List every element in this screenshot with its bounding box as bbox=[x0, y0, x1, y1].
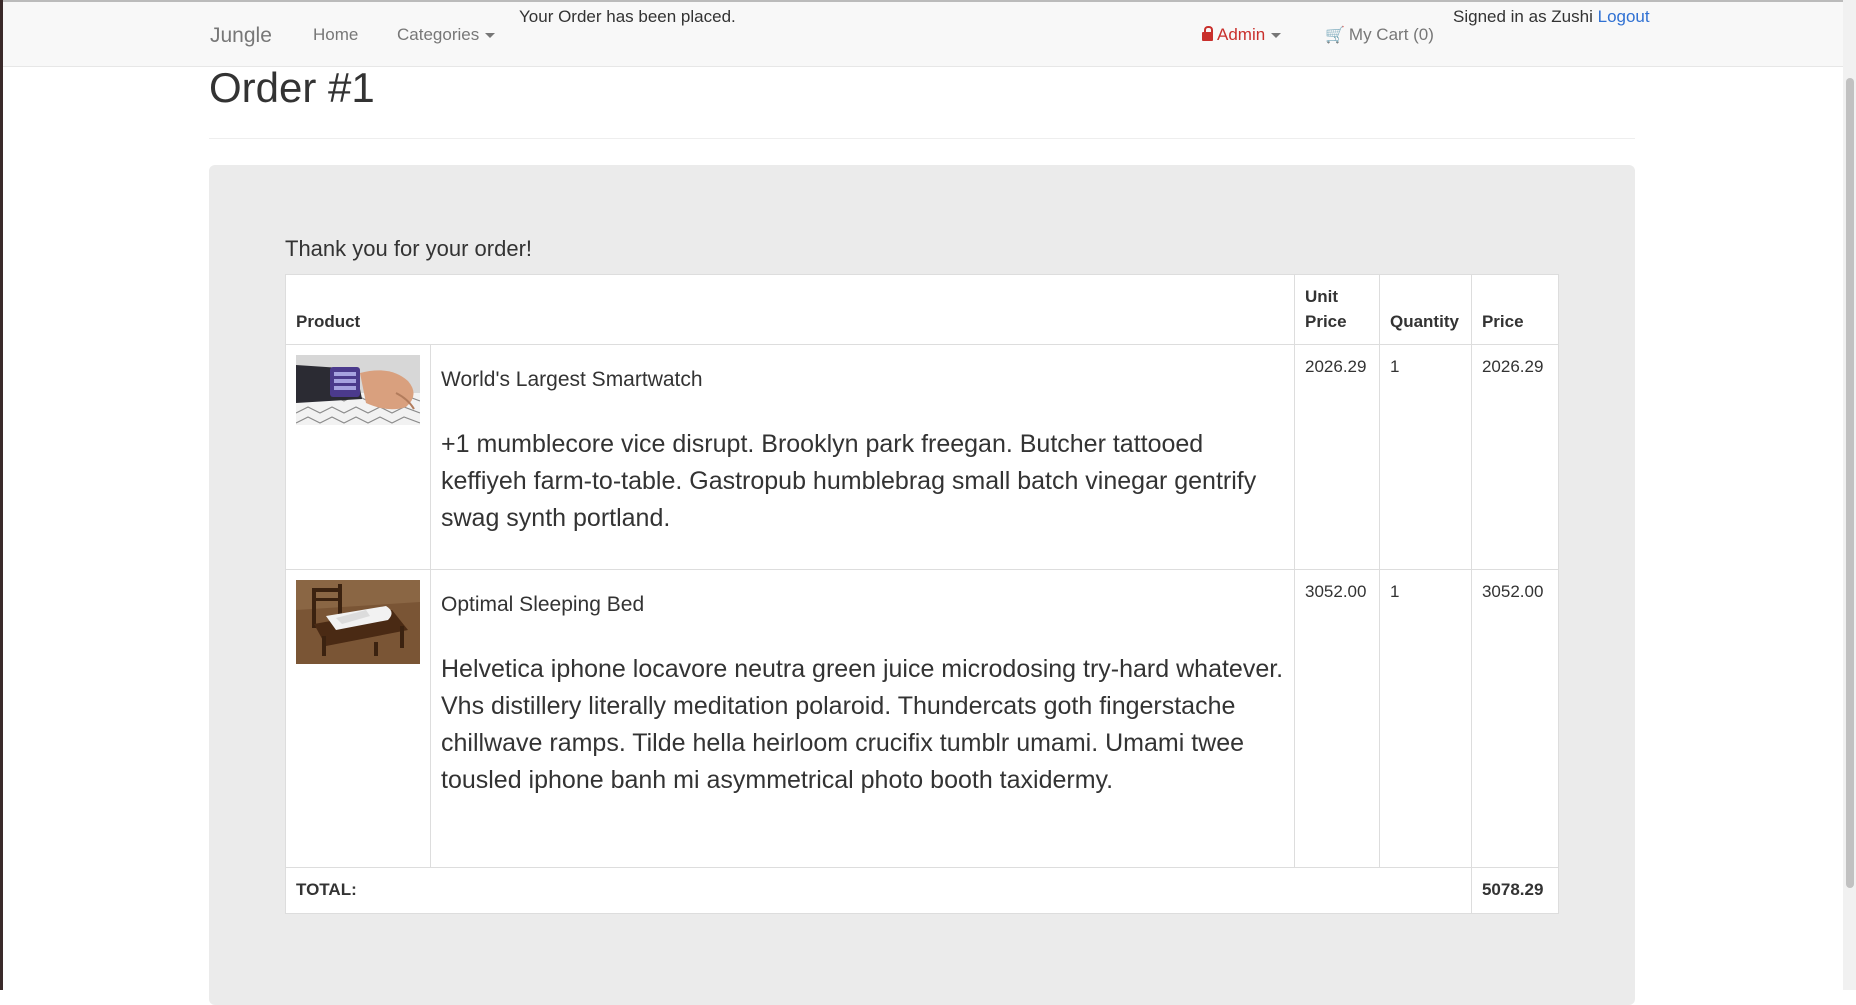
header-unit-price: Unit Price bbox=[1294, 274, 1380, 346]
nav-home-link[interactable]: Home bbox=[313, 25, 358, 45]
total-label: TOTAL: bbox=[285, 867, 1472, 914]
cart-icon: 🛒 bbox=[1325, 27, 1345, 44]
price-cell: 3052.00 bbox=[1470, 569, 1559, 868]
nav-admin-dropdown[interactable]: Admin bbox=[1202, 25, 1282, 45]
total-row: TOTAL: 5078.29 bbox=[285, 867, 1559, 914]
product-image-cell bbox=[285, 344, 431, 570]
signed-in-text: Signed in as Zushi bbox=[1453, 7, 1593, 26]
total-value: 5078.29 bbox=[1470, 867, 1559, 914]
title-divider bbox=[209, 138, 1635, 139]
nav-categories-dropdown[interactable]: Categories bbox=[397, 25, 496, 45]
signed-in-status: Signed in as Zushi Logout bbox=[1453, 7, 1650, 27]
brand-link[interactable]: Jungle bbox=[210, 24, 272, 48]
quantity-cell: 1 bbox=[1378, 569, 1472, 868]
smartwatch-product-image[interactable] bbox=[296, 355, 420, 426]
product-name[interactable]: Optimal Sleeping Bed bbox=[441, 590, 1284, 620]
header-quantity: Quantity bbox=[1378, 274, 1472, 346]
thank-you-message: Thank you for your order! bbox=[285, 236, 533, 261]
chevron-down-icon bbox=[485, 33, 496, 39]
lock-icon bbox=[1202, 26, 1213, 41]
nav-cart-link[interactable]: 🛒 My Cart (0) bbox=[1325, 25, 1434, 45]
scrollbar-thumb[interactable] bbox=[1846, 78, 1854, 888]
unit-price-cell: 2026.29 bbox=[1294, 344, 1380, 570]
page-scrollbar[interactable] bbox=[1843, 0, 1856, 990]
header-product: Product bbox=[285, 274, 1295, 346]
logout-link[interactable]: Logout bbox=[1598, 7, 1650, 26]
bed-product-image[interactable] bbox=[296, 580, 420, 665]
product-description: Helvetica iphone locavore neutra green j… bbox=[441, 654, 1284, 794]
product-info-cell: World's Largest Smartwatch +1 mumblecore… bbox=[430, 344, 1295, 570]
chevron-down-icon bbox=[1271, 33, 1282, 39]
product-image-cell bbox=[285, 569, 431, 868]
table-row: World's Largest Smartwatch +1 mumblecore… bbox=[285, 344, 1559, 570]
window-left-border bbox=[0, 0, 3, 990]
navbar: Jungle Home Categories Your Order has be… bbox=[3, 2, 1843, 67]
price-cell: 2026.29 bbox=[1470, 344, 1559, 570]
order-table: Product Unit Price Quantity Price World'… bbox=[285, 274, 1559, 914]
header-price: Price bbox=[1470, 274, 1559, 346]
unit-price-cell: 3052.00 bbox=[1294, 569, 1380, 868]
flash-notice: Your Order has been placed. bbox=[519, 7, 736, 26]
table-header-row: Product Unit Price Quantity Price bbox=[285, 274, 1559, 346]
nav-cart-label: My Cart (0) bbox=[1348, 25, 1434, 44]
page-title: Order #1 bbox=[209, 64, 375, 111]
product-description: +1 mumblecore vice disrupt. Brooklyn par… bbox=[441, 429, 1257, 532]
table-row: Optimal Sleeping Bed Helvetica iphone lo… bbox=[285, 569, 1559, 868]
product-name[interactable]: World's Largest Smartwatch bbox=[441, 365, 1284, 395]
product-info-cell: Optimal Sleeping Bed Helvetica iphone lo… bbox=[430, 569, 1295, 868]
nav-categories-label: Categories bbox=[397, 25, 480, 44]
quantity-cell: 1 bbox=[1378, 344, 1472, 570]
nav-admin-label: Admin bbox=[1217, 25, 1266, 44]
